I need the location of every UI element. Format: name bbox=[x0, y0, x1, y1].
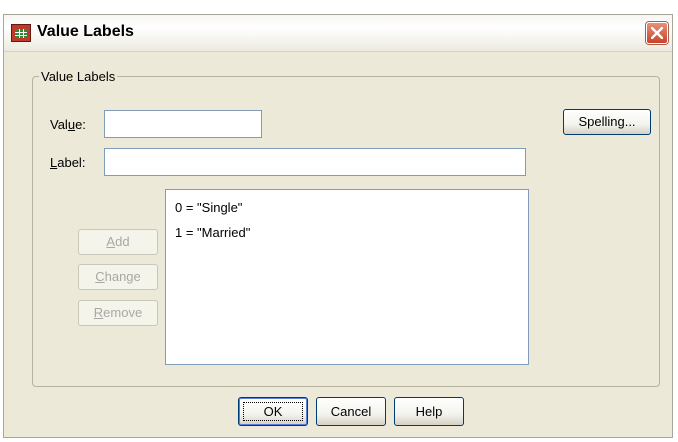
spelling-button[interactable]: Spelling... bbox=[563, 109, 651, 135]
list-item[interactable]: 1 = "Married" bbox=[175, 225, 528, 250]
value-labels-dialog: Value Labels Value Labels Value: Label: … bbox=[3, 14, 673, 438]
value-labels-list[interactable]: 0 = "Single" 1 = "Married" bbox=[165, 189, 529, 365]
dialog-title: Value Labels bbox=[37, 23, 134, 40]
close-button[interactable] bbox=[646, 22, 668, 44]
close-icon bbox=[651, 27, 663, 39]
label-input[interactable] bbox=[104, 148, 526, 176]
cancel-button[interactable]: Cancel bbox=[316, 397, 386, 426]
value-label: Value: bbox=[50, 117, 86, 132]
ok-button[interactable]: OK bbox=[238, 397, 308, 426]
value-input[interactable] bbox=[104, 110, 262, 138]
spss-data-editor-icon bbox=[11, 24, 31, 42]
remove-button[interactable]: Remove bbox=[78, 300, 158, 326]
change-button[interactable]: Change bbox=[78, 264, 158, 290]
title-bar[interactable]: Value Labels bbox=[4, 15, 672, 52]
group-legend: Value Labels bbox=[41, 69, 116, 84]
add-button[interactable]: Add bbox=[78, 229, 158, 255]
label-label: Label: bbox=[50, 155, 86, 170]
help-button[interactable]: Help bbox=[394, 397, 464, 426]
list-item[interactable]: 0 = "Single" bbox=[175, 200, 528, 225]
